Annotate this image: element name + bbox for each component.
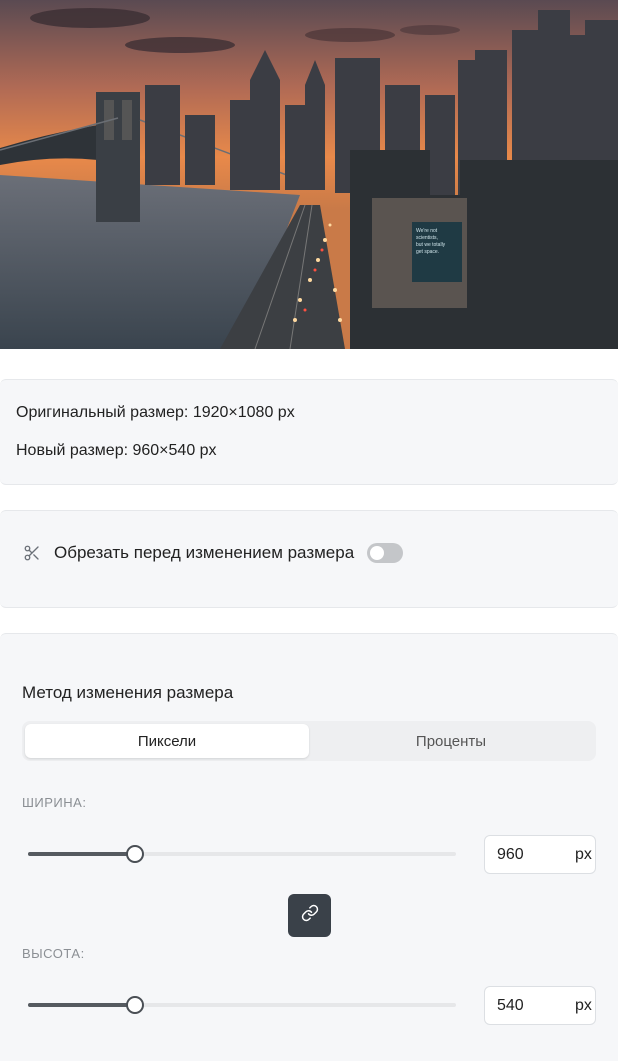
- crop-toggle[interactable]: [367, 543, 404, 563]
- link-icon: [301, 904, 319, 927]
- slider-fill: [28, 1003, 135, 1007]
- tab-pixels[interactable]: Пиксели: [25, 724, 309, 758]
- crop-panel: Обрезать перед изменением размера: [0, 510, 618, 608]
- width-slider[interactable]: [28, 845, 456, 863]
- billboard-line: but we totally: [416, 242, 446, 248]
- billboard-line: We're not: [416, 228, 438, 234]
- resize-method-panel: Метод изменения размера Пиксели Проценты…: [0, 633, 618, 1061]
- resize-method-tabs: Пиксели Проценты: [22, 721, 596, 761]
- height-input[interactable]: [497, 996, 557, 1015]
- billboard-line: scientists,: [416, 235, 438, 241]
- slider-fill: [28, 852, 135, 856]
- height-label: ВЫСОТА:: [22, 946, 85, 961]
- new-size-text: Новый размер: 960×540 px: [16, 442, 217, 459]
- height-slider[interactable]: [28, 996, 456, 1014]
- city-skyline-image: We're not scientists, but we totally get…: [0, 0, 618, 349]
- link-aspect-button[interactable]: [288, 894, 331, 937]
- width-input[interactable]: [497, 845, 557, 864]
- crop-label: Обрезать перед изменением размера: [54, 543, 355, 562]
- resize-method-title: Метод изменения размера: [22, 683, 234, 702]
- tab-percent[interactable]: Проценты: [309, 724, 593, 758]
- billboard-line: get space.: [416, 249, 439, 255]
- scissors-icon: [22, 543, 42, 563]
- size-info-panel: Оригинальный размер: 1920×1080 px Новый …: [0, 379, 618, 485]
- height-unit: px: [575, 996, 592, 1014]
- slider-thumb[interactable]: [126, 845, 144, 863]
- width-label: ШИРИНА:: [22, 795, 87, 810]
- image-preview: We're not scientists, but we totally get…: [0, 0, 618, 349]
- height-input-box: px: [484, 986, 596, 1025]
- slider-thumb[interactable]: [126, 996, 144, 1014]
- width-unit: px: [575, 845, 592, 863]
- crop-option-row: Обрезать перед изменением размера: [22, 539, 404, 567]
- width-input-box: px: [484, 835, 596, 874]
- toggle-knob: [370, 546, 385, 560]
- original-size-text: Оригинальный размер: 1920×1080 px: [16, 404, 295, 421]
